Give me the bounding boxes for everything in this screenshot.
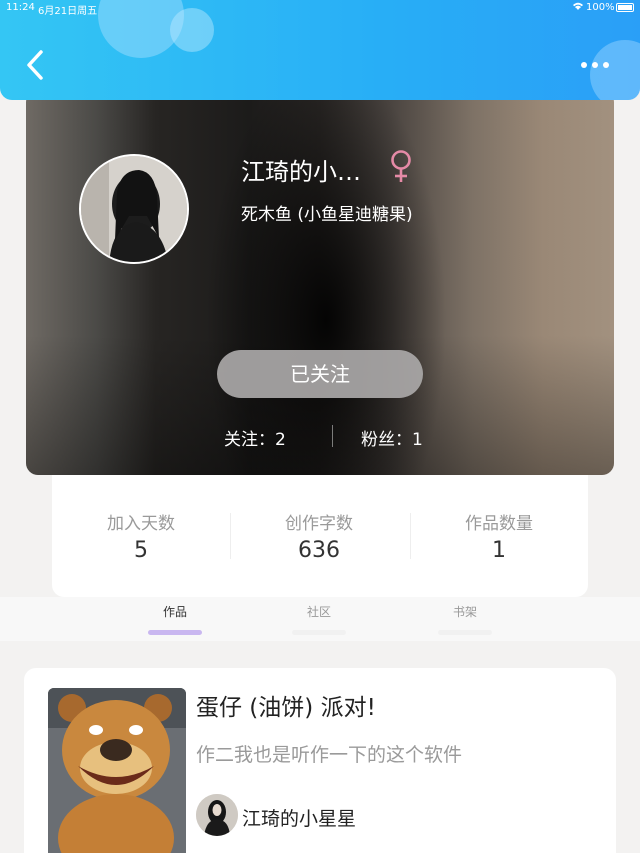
status-time: 11:24	[6, 2, 35, 13]
work-description: 作二我也是听作一下的这个软件	[196, 744, 463, 766]
following-count[interactable]: 关注：2	[224, 425, 286, 450]
username: 江琦的小…	[241, 158, 361, 186]
tab-bar: 作品 社区 书架	[0, 597, 640, 641]
tab-community[interactable]: 社区	[284, 603, 354, 635]
battery-percent: 100%	[586, 2, 615, 13]
battery-icon	[616, 3, 634, 12]
author-avatar[interactable]	[196, 794, 238, 836]
more-dots-icon	[581, 62, 587, 68]
stat-value: 636	[298, 538, 340, 563]
status-bar: 11:24 6月21日周五 100%	[0, 0, 640, 17]
avatar[interactable]	[79, 154, 189, 264]
status-date: 6月21日周五	[38, 6, 98, 17]
back-button[interactable]	[22, 48, 50, 82]
tab-works[interactable]: 作品	[140, 603, 210, 635]
tab-bookshelf[interactable]: 书架	[430, 603, 500, 635]
work-title[interactable]: 蛋仔 (油饼) 派对!	[196, 688, 376, 722]
chevron-left-icon	[27, 50, 43, 80]
stat-value: 5	[134, 538, 148, 563]
more-dots-icon	[603, 62, 609, 68]
female-icon	[386, 148, 416, 184]
tab-indicator	[292, 630, 346, 635]
tab-indicator	[148, 630, 202, 635]
stat-works-count: 作品数量 1	[410, 509, 588, 563]
tab-label: 社区	[306, 605, 331, 619]
stat-join-days: 加入天数 5	[52, 509, 230, 563]
wifi-icon	[572, 1, 584, 14]
work-card[interactable]: 蛋仔 (油饼) 派对! 作二我也是听作一下的这个软件 江琦的小星星	[24, 668, 616, 853]
more-button[interactable]	[576, 56, 614, 74]
stat-word-count: 创作字数 636	[230, 509, 408, 563]
cover-image	[48, 688, 186, 853]
nickname: 死木鱼 (小鱼星迪糖果)	[241, 205, 413, 225]
follow-button[interactable]: 已关注	[217, 350, 423, 398]
tab-label: 书架	[452, 605, 477, 619]
more-dots-icon	[592, 62, 598, 68]
author-avatar-image	[196, 794, 238, 836]
work-cover[interactable]	[48, 688, 186, 853]
stat-label: 作品数量	[465, 514, 533, 534]
fans-count[interactable]: 粉丝：1	[361, 425, 423, 450]
avatar-image	[81, 156, 187, 262]
profile-card: 江琦的小… 死木鱼 (小鱼星迪糖果) 已关注 关注：2 粉丝：1	[26, 90, 614, 475]
stat-value: 1	[492, 538, 506, 563]
stats-card: 加入天数 5 创作字数 636 作品数量 1	[52, 475, 588, 597]
divider	[332, 425, 333, 447]
tab-indicator	[438, 630, 492, 635]
tab-label: 作品	[162, 605, 187, 619]
stat-label: 加入天数	[107, 514, 175, 534]
author-name[interactable]: 江琦的小星星	[242, 804, 356, 831]
stat-label: 创作字数	[285, 514, 353, 534]
